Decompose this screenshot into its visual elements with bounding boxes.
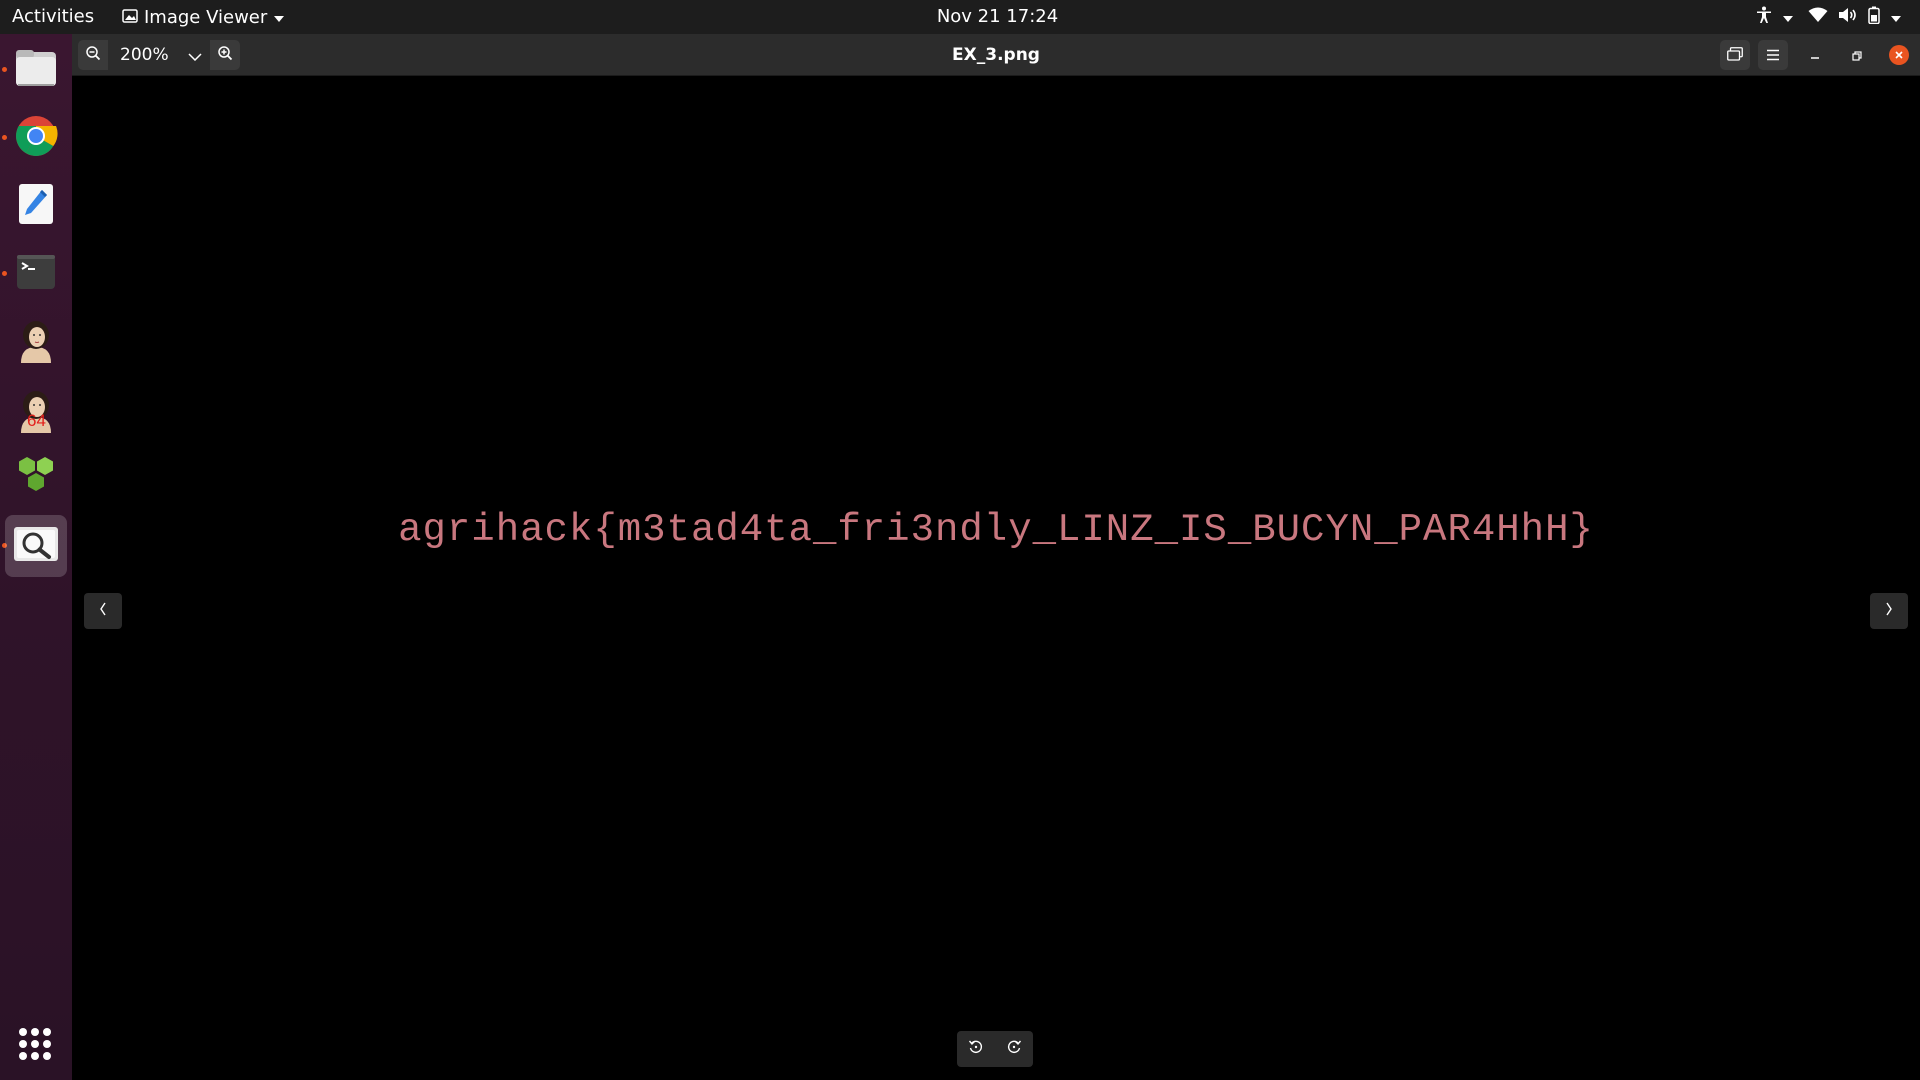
volume-icon — [1838, 7, 1858, 28]
grid-dot — [43, 1052, 51, 1060]
green-hexagons-icon — [14, 454, 58, 502]
dock-item-terminal[interactable] — [5, 243, 67, 305]
dock-item-chrome[interactable] — [5, 107, 67, 169]
close-button[interactable] — [1884, 40, 1914, 70]
zoom-in-button[interactable] — [210, 40, 240, 70]
dock-item-files[interactable] — [5, 39, 67, 101]
grid-dot — [19, 1052, 27, 1060]
image-canvas[interactable]: agrihack{m3tad4ta_fri3ndly_LINZ_IS_BUCYN… — [72, 76, 1920, 1080]
image-content-text: agrihack{m3tad4ta_fri3ndly_LINZ_IS_BUCYN… — [398, 508, 1594, 552]
image-viewer-icon — [13, 524, 59, 568]
grid-dot — [31, 1040, 39, 1048]
badge-64: 64 — [27, 411, 46, 430]
show-applications-button[interactable] — [19, 1028, 51, 1060]
system-tray — [1756, 0, 1902, 34]
rotate-right-button[interactable] — [995, 1031, 1033, 1067]
grid-dot — [31, 1028, 39, 1036]
previous-image-button[interactable] — [84, 593, 122, 629]
battery-icon — [1868, 6, 1880, 29]
rotate-left-icon — [968, 1039, 984, 1059]
dock-item-portrait-app-64[interactable]: 64 — [5, 379, 67, 441]
folder-icon — [14, 46, 58, 94]
accessibility-menu[interactable] — [1756, 6, 1794, 29]
zoom-in-icon — [217, 45, 233, 65]
grid-dot — [19, 1028, 27, 1036]
next-image-button[interactable] — [1870, 593, 1908, 629]
rotate-right-icon — [1006, 1039, 1022, 1059]
portrait-64-icon: 64 — [13, 387, 59, 433]
header-bar: 200% EX_3.png — [72, 34, 1920, 76]
chevron-down-icon — [188, 46, 202, 65]
terminal-icon — [14, 250, 58, 298]
close-icon — [1889, 45, 1909, 65]
chevron-right-icon — [1884, 601, 1894, 621]
grid-dot — [19, 1040, 27, 1048]
text-editor-icon — [14, 182, 58, 230]
zoom-dropdown-button[interactable] — [180, 40, 210, 70]
hamburger-menu-icon — [1766, 46, 1780, 65]
app-menu-label: Image Viewer — [144, 6, 268, 28]
minimize-button[interactable] — [1800, 40, 1830, 70]
system-menu[interactable] — [1808, 6, 1902, 29]
dock-item-hex-app[interactable] — [5, 447, 67, 509]
activities-button[interactable]: Activities — [12, 0, 94, 34]
header-actions — [1720, 40, 1914, 70]
zoom-control: 200% — [78, 40, 240, 70]
rotate-left-button[interactable] — [957, 1031, 995, 1067]
gallery-button[interactable] — [1720, 40, 1750, 70]
gallery-icon — [1727, 46, 1743, 65]
dock-item-image-viewer[interactable] — [5, 515, 67, 577]
dock: 64 — [0, 34, 72, 1080]
rotate-controls — [957, 1031, 1033, 1067]
window-title: EX_3.png — [952, 45, 1040, 65]
restore-icon — [1852, 46, 1862, 65]
zoom-out-button[interactable] — [78, 40, 108, 70]
dock-item-text-editor[interactable] — [5, 175, 67, 237]
chevron-down-icon — [1782, 7, 1794, 28]
clock[interactable]: Nov 21 17:24 — [937, 6, 1058, 27]
zoom-level-field[interactable]: 200% — [108, 40, 180, 70]
chevron-left-icon — [98, 601, 108, 621]
portrait-icon — [13, 317, 59, 367]
chevron-down-icon — [273, 7, 285, 28]
top-bar: Activities Image Viewer Nov 21 17:24 — [0, 0, 1920, 34]
wifi-icon — [1808, 7, 1828, 28]
grid-dot — [31, 1052, 39, 1060]
minimize-icon — [1810, 46, 1820, 65]
image-viewer-window: 200% EX_3.png agrihack{m3tad4ta_fri3ndly… — [72, 34, 1920, 1080]
zoom-out-icon — [85, 45, 101, 65]
app-menu[interactable]: Image Viewer — [122, 0, 285, 34]
grid-dot — [43, 1040, 51, 1048]
accessibility-icon — [1756, 6, 1772, 29]
main-menu-button[interactable] — [1758, 40, 1788, 70]
chrome-icon — [14, 114, 58, 162]
image-viewer-small-icon — [122, 7, 138, 28]
chevron-down-icon — [1890, 7, 1902, 28]
dock-item-portrait-app[interactable] — [5, 311, 67, 373]
grid-dot — [43, 1028, 51, 1036]
restore-button[interactable] — [1842, 40, 1872, 70]
